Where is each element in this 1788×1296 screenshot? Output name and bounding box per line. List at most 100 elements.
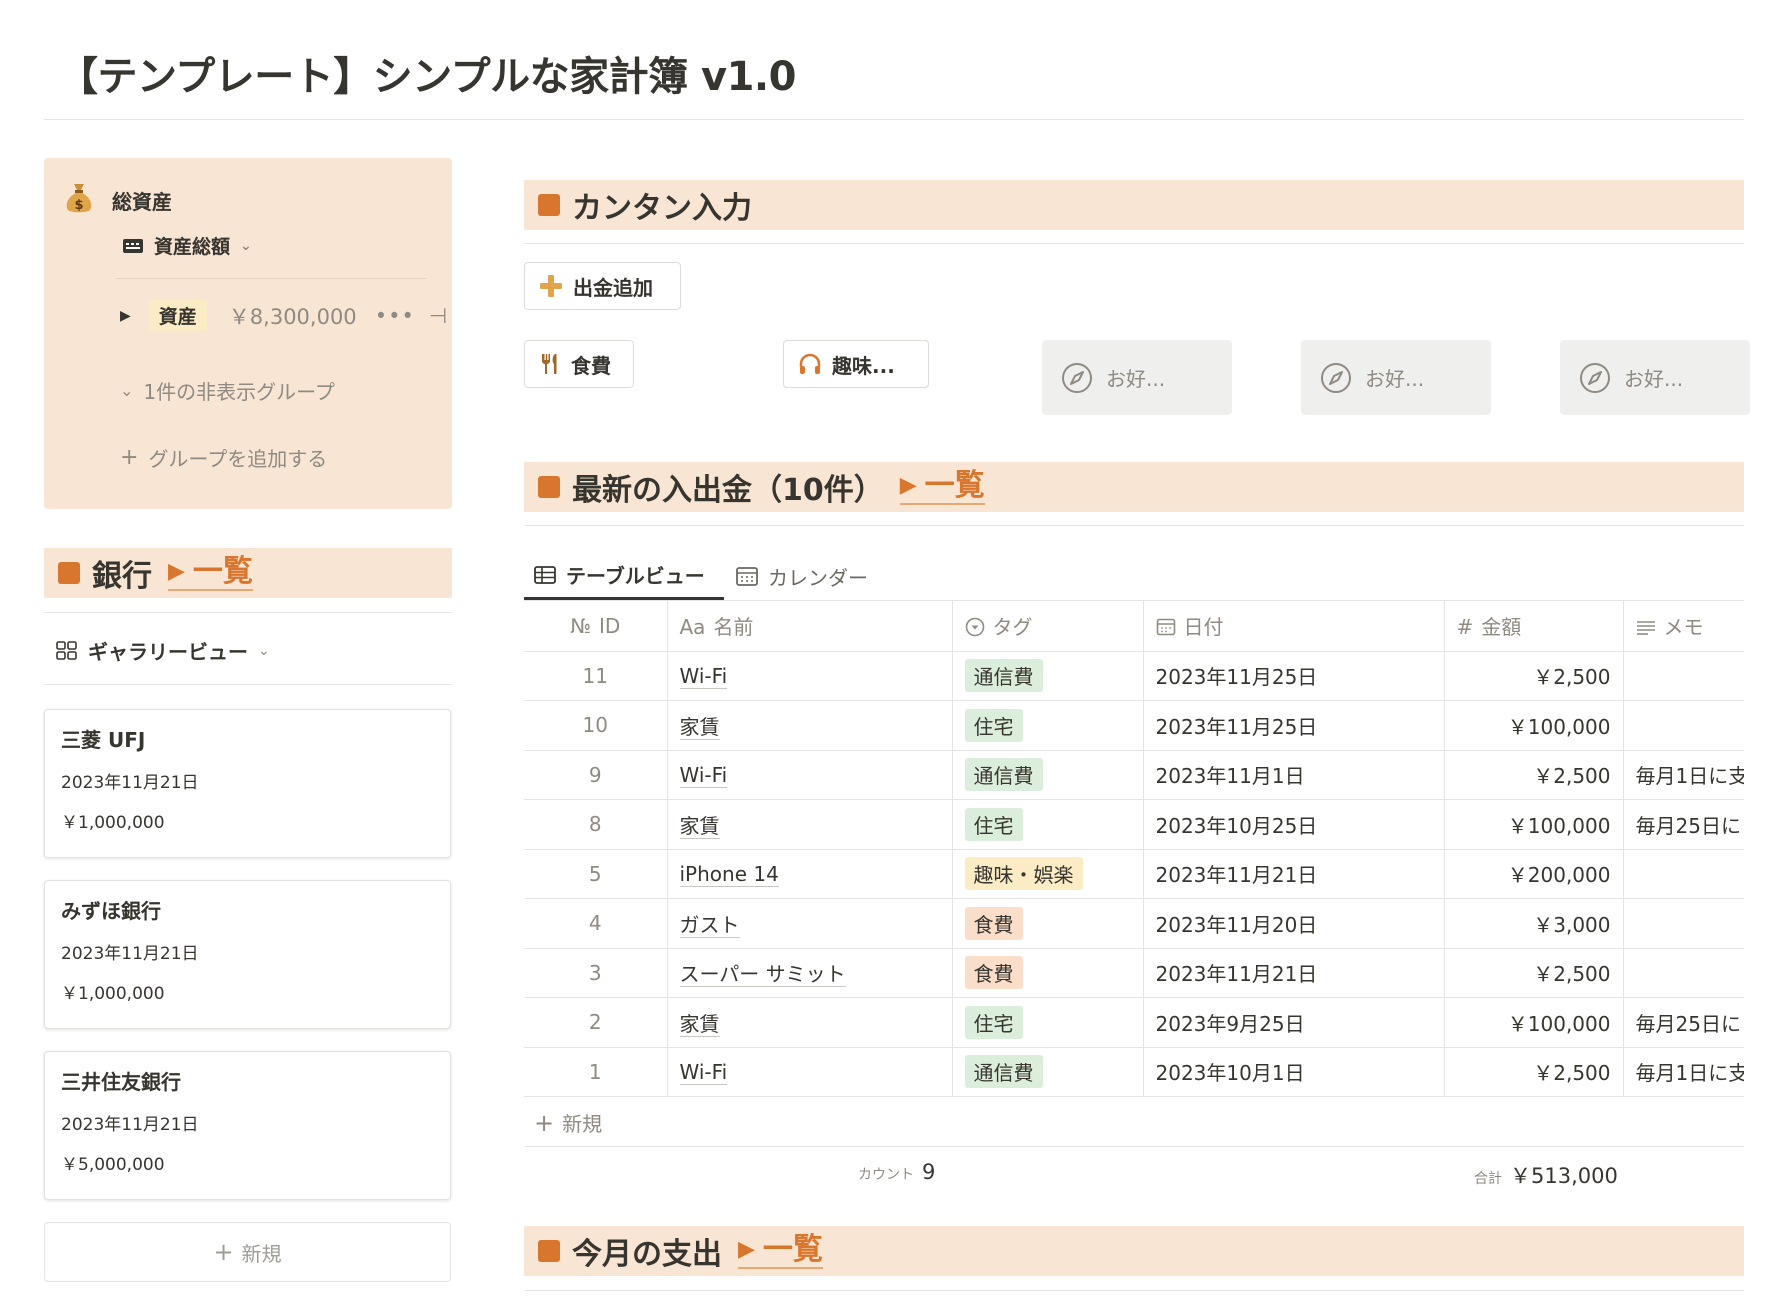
cell-tag[interactable]: 食費 <box>952 898 1144 949</box>
column-header-amount[interactable]: # 金額 <box>1444 601 1624 652</box>
favorite-button[interactable]: お好... <box>1042 340 1232 415</box>
cell-id[interactable]: 11 <box>524 651 668 701</box>
cell-date[interactable]: 2023年10月25日 <box>1143 799 1445 850</box>
table-row[interactable]: 3 スーパー サミット 食費 2023年11月21日 ￥2,500 <box>524 948 1744 998</box>
column-header-tag[interactable]: タグ <box>952 601 1144 652</box>
cell-date[interactable]: 2023年11月25日 <box>1143 700 1445 751</box>
cell-name[interactable]: ガスト <box>667 898 953 949</box>
hobby-button[interactable]: 趣味... <box>783 340 929 388</box>
tab-table-view[interactable]: テーブルビュー <box>524 552 724 600</box>
add-group-button[interactable]: + グループを追加する <box>120 443 327 472</box>
cell-name-text[interactable]: Wi-Fi <box>679 1059 728 1085</box>
cell-amount[interactable]: ￥200,000 <box>1444 849 1624 899</box>
cell-name[interactable]: 家賃 <box>667 799 953 850</box>
asset-view-selector[interactable]: 資産総額 ⌄ <box>122 232 252 259</box>
cell-name-text[interactable]: Wi-Fi <box>679 762 728 788</box>
food-button[interactable]: 食費 <box>524 340 634 388</box>
add-expense-button[interactable]: 出金追加 <box>524 262 681 310</box>
cell-name-text[interactable]: 家賃 <box>679 1011 720 1037</box>
cell-amount[interactable]: ￥2,500 <box>1444 948 1624 998</box>
cell-amount[interactable]: ￥100,000 <box>1444 799 1624 850</box>
cell-date[interactable]: 2023年10月1日 <box>1143 1047 1445 1097</box>
table-new-row-button[interactable]: + 新規 <box>534 1108 602 1137</box>
count-summary[interactable]: カウント 9 <box>858 1160 935 1184</box>
cell-name-text[interactable]: iPhone 14 <box>679 861 779 887</box>
cell-memo[interactable]: 毎月1日に支 <box>1623 1047 1744 1097</box>
cell-date[interactable]: 2023年11月20日 <box>1143 898 1445 949</box>
cell-tag[interactable]: 通信費 <box>952 750 1144 800</box>
cell-amount[interactable]: ￥100,000 <box>1444 997 1624 1048</box>
cell-amount[interactable]: ￥2,500 <box>1444 750 1624 800</box>
favorite-button[interactable]: お好... <box>1301 340 1491 415</box>
cell-amount[interactable]: ￥2,500 <box>1444 651 1624 701</box>
cell-date[interactable]: 2023年11月21日 <box>1143 849 1445 899</box>
column-header-name[interactable]: Aa 名前 <box>667 601 953 652</box>
cell-memo[interactable]: 毎月1日に支 <box>1623 750 1744 800</box>
cell-memo[interactable]: 毎月25日に <box>1623 799 1744 850</box>
cell-name[interactable]: iPhone 14 <box>667 849 953 899</box>
cell-name[interactable]: 家賃 <box>667 997 953 1048</box>
cell-memo[interactable] <box>1623 651 1744 701</box>
sum-summary[interactable]: 合計 ￥513,000 <box>1474 1160 1618 1190</box>
bank-card[interactable]: 三井住友銀行 2023年11月21日 ￥5,000,000 <box>44 1051 451 1200</box>
cell-id[interactable]: 1 <box>524 1047 668 1097</box>
recent-list-link[interactable]: ▶ 一覧 <box>899 469 985 505</box>
cell-memo[interactable] <box>1623 948 1744 998</box>
cell-name-text[interactable]: 家賃 <box>679 714 720 740</box>
table-row[interactable]: 9 Wi-Fi 通信費 2023年11月1日 ￥2,500 毎月1日に支 <box>524 750 1744 800</box>
cell-name[interactable]: Wi-Fi <box>667 750 953 800</box>
cell-tag[interactable]: 趣味・娯楽 <box>952 849 1144 899</box>
cell-tag[interactable]: 住宅 <box>952 997 1144 1048</box>
cell-name-text[interactable]: スーパー サミット <box>679 962 846 988</box>
cell-memo[interactable] <box>1623 849 1744 899</box>
cell-memo[interactable]: 毎月25日に <box>1623 997 1744 1048</box>
table-row[interactable]: 1 Wi-Fi 通信費 2023年10月1日 ￥2,500 毎月1日に支 <box>524 1047 1744 1097</box>
bank-list-link[interactable]: ▶ 一覧 <box>168 555 253 591</box>
cell-memo[interactable] <box>1623 898 1744 949</box>
cell-name[interactable]: Wi-Fi <box>667 651 953 701</box>
bank-new-button[interactable]: + 新規 <box>44 1222 451 1282</box>
gallery-view-selector[interactable]: ギャラリービュー ⌄ <box>56 636 270 665</box>
cell-name-text[interactable]: Wi-Fi <box>679 663 728 689</box>
table-row[interactable]: 4 ガスト 食費 2023年11月20日 ￥3,000 <box>524 898 1744 949</box>
cell-amount[interactable]: ￥100,000 <box>1444 700 1624 751</box>
cell-name[interactable]: Wi-Fi <box>667 1047 953 1097</box>
cell-tag[interactable]: 通信費 <box>952 651 1144 701</box>
cell-name[interactable]: 家賃 <box>667 700 953 751</box>
cell-name-text[interactable]: ガスト <box>679 912 740 938</box>
cell-date[interactable]: 2023年11月25日 <box>1143 651 1445 701</box>
cell-id[interactable]: 9 <box>524 750 668 800</box>
table-row[interactable]: 5 iPhone 14 趣味・娯楽 2023年11月21日 ￥200,000 <box>524 849 1744 899</box>
table-row[interactable]: 10 家賃 住宅 2023年11月25日 ￥100,000 <box>524 700 1744 751</box>
cell-date[interactable]: 2023年9月25日 <box>1143 997 1445 1048</box>
column-header-date[interactable]: 日付 <box>1143 601 1445 652</box>
cell-memo[interactable] <box>1623 700 1744 751</box>
column-header-id[interactable]: № ID <box>524 601 668 652</box>
table-row[interactable]: 11 Wi-Fi 通信費 2023年11月25日 ￥2,500 <box>524 651 1744 701</box>
cell-name-text[interactable]: 家賃 <box>679 813 720 839</box>
column-header-memo[interactable]: メモ <box>1623 601 1744 652</box>
bank-card[interactable]: みずほ銀行 2023年11月21日 ￥1,000,000 <box>44 880 451 1029</box>
cell-tag[interactable]: 通信費 <box>952 1047 1144 1097</box>
add-item-icon[interactable]: ⊣ <box>429 304 447 328</box>
cell-id[interactable]: 3 <box>524 948 668 998</box>
cell-id[interactable]: 5 <box>524 849 668 899</box>
cell-tag[interactable]: 住宅 <box>952 799 1144 850</box>
expand-triangle-icon[interactable]: ▶ <box>120 308 131 324</box>
cell-id[interactable]: 4 <box>524 898 668 949</box>
tab-calendar[interactable]: カレンダー <box>736 552 868 600</box>
favorite-button[interactable]: お好... <box>1560 340 1750 415</box>
cell-amount[interactable]: ￥2,500 <box>1444 1047 1624 1097</box>
cell-id[interactable]: 2 <box>524 997 668 1048</box>
cell-id[interactable]: 8 <box>524 799 668 850</box>
hidden-groups-toggle[interactable]: ⌄ 1件の非表示グループ <box>120 376 335 405</box>
cell-tag[interactable]: 住宅 <box>952 700 1144 751</box>
cell-date[interactable]: 2023年11月1日 <box>1143 750 1445 800</box>
cell-amount[interactable]: ￥3,000 <box>1444 898 1624 949</box>
bank-card[interactable]: 三菱 UFJ 2023年11月21日 ￥1,000,000 <box>44 709 451 858</box>
more-options-icon[interactable]: ••• <box>375 304 415 328</box>
cell-name[interactable]: スーパー サミット <box>667 948 953 998</box>
cell-tag[interactable]: 食費 <box>952 948 1144 998</box>
asset-group-row[interactable]: ▶ 資産 ￥8,300,000 ••• ⊣ <box>120 300 447 331</box>
monthly-list-link[interactable]: ▶ 一覧 <box>738 1233 823 1269</box>
